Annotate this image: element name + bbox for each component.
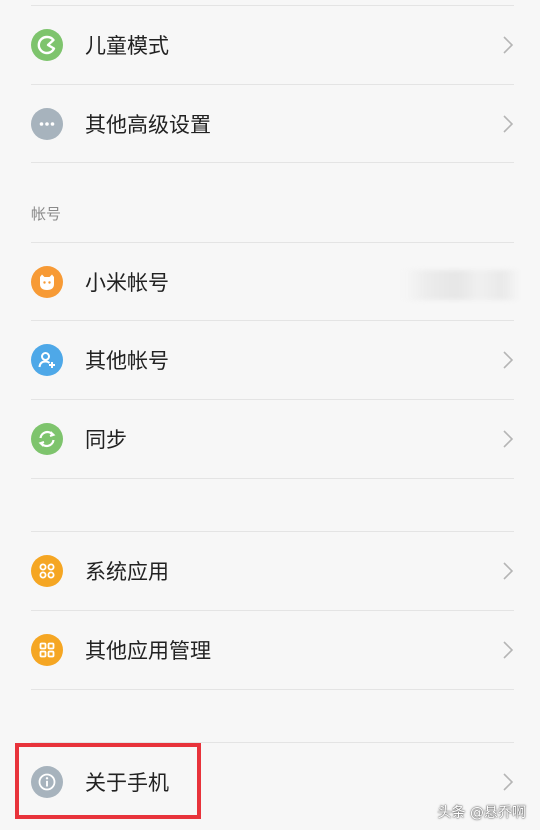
settings-item-label: 儿童模式 xyxy=(85,34,169,58)
chevron-right-icon xyxy=(502,429,514,449)
mi-account-icon xyxy=(31,266,63,298)
app-management-icon xyxy=(31,634,63,666)
settings-item-label: 系统应用 xyxy=(85,560,169,584)
system-apps-icon xyxy=(31,555,63,587)
settings-item-other-accounts[interactable]: 其他帐号 xyxy=(0,321,540,399)
settings-item-label: 小米帐号 xyxy=(85,271,169,295)
settings-item-kids-mode[interactable]: 儿童模式 xyxy=(0,6,540,84)
chevron-right-icon xyxy=(502,640,514,660)
chevron-right-icon xyxy=(502,35,514,55)
settings-item-label: 其他高级设置 xyxy=(85,113,211,137)
sync-icon xyxy=(31,423,63,455)
settings-item-label: 同步 xyxy=(85,428,127,452)
settings-item-label: 其他应用管理 xyxy=(85,639,211,663)
more-icon xyxy=(31,108,63,140)
kids-mode-icon xyxy=(31,29,63,61)
other-account-icon xyxy=(31,344,63,376)
settings-item-label: 其他帐号 xyxy=(85,349,169,373)
watermark: 头条 @悬乔啊 xyxy=(437,805,526,821)
highlight-box xyxy=(15,743,201,819)
chevron-right-icon xyxy=(502,114,514,134)
chevron-right-icon xyxy=(502,561,514,581)
divider xyxy=(31,478,514,479)
section-title-account: 帐号 xyxy=(31,205,62,223)
divider xyxy=(31,162,514,163)
settings-item-app-management[interactable]: 其他应用管理 xyxy=(0,611,540,689)
settings-item-advanced[interactable]: 其他高级设置 xyxy=(0,85,540,163)
chevron-right-icon xyxy=(502,350,514,370)
settings-screen: 儿童模式 其他高级设置 帐号 小米帐号 其他帐号 同步 系统应用 其他应用管理 … xyxy=(0,0,540,830)
chevron-right-icon xyxy=(502,772,514,792)
account-value-obscured xyxy=(404,270,520,300)
divider xyxy=(31,689,514,690)
settings-item-system-apps[interactable]: 系统应用 xyxy=(0,532,540,610)
settings-item-sync[interactable]: 同步 xyxy=(0,400,540,478)
